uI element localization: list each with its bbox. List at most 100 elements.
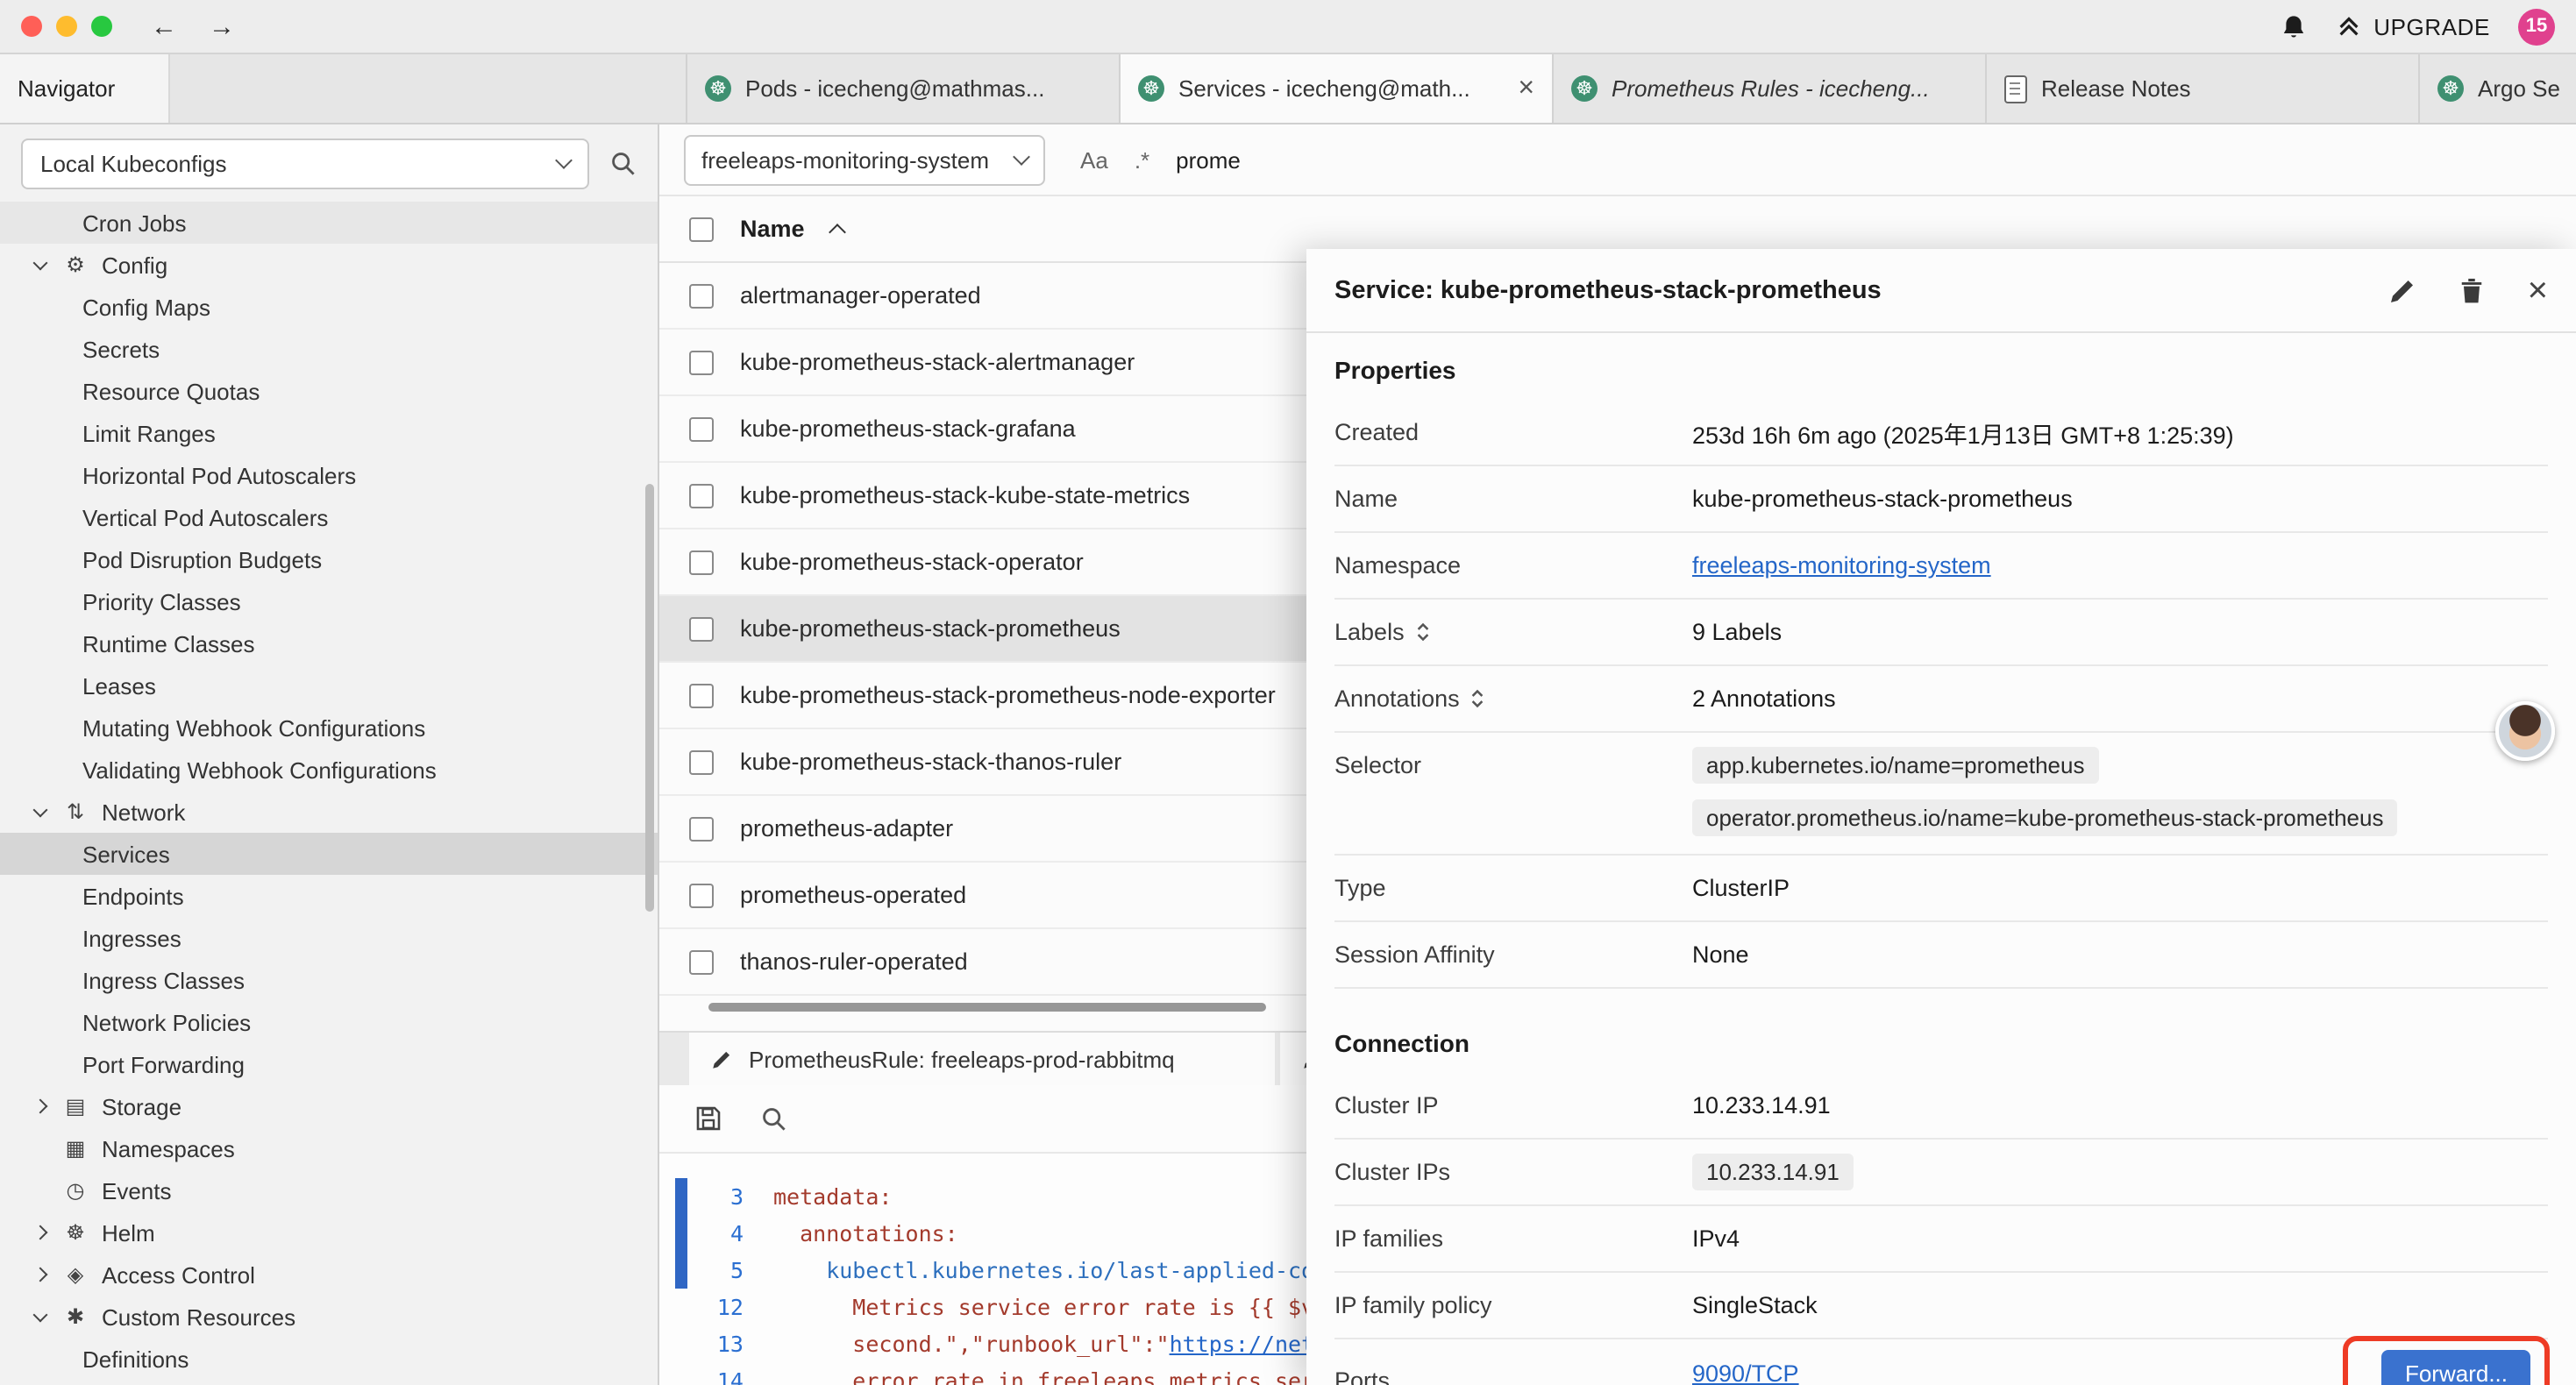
sidebar-item[interactable]: Vertical Pod Autoscalers [0,496,658,538]
close-icon[interactable]: × [1518,75,1534,103]
back-arrow-icon[interactable]: ← [151,11,177,41]
sidebar-item[interactable]: Validating Webhook Configurations [0,749,658,791]
sidebar-item[interactable]: Limit Ranges [0,412,658,454]
row-checkbox[interactable] [689,350,714,374]
chevron-right-icon[interactable] [32,1266,49,1283]
sidebar-item[interactable]: Cron Jobs [0,202,658,244]
namespace-select[interactable]: freeleaps-monitoring-system [684,134,1045,185]
chevron-right-icon[interactable] [32,1224,49,1241]
notification-badge[interactable]: 15 [2518,8,2555,45]
annotations-value[interactable]: 2 Annotations [1692,685,2548,712]
edit-icon[interactable] [2389,276,2417,304]
row-checkbox[interactable] [689,616,714,641]
row-checkbox[interactable] [689,483,714,508]
chevron-down-icon[interactable] [32,803,49,820]
row-checkbox[interactable] [689,283,714,308]
minimize-window-button[interactable] [56,16,77,37]
sidebar-item[interactable]: Definitions [0,1338,658,1380]
app-tab[interactable]: Prometheus Rules - icecheng... × [1554,54,1987,123]
sidebar-item-label: Pod Disruption Budgets [82,546,322,572]
labels-value[interactable]: 9 Labels [1692,619,2548,645]
sidebar-item[interactable]: Namespaces [0,1127,658,1169]
sidebar-item[interactable]: Config [0,244,658,286]
editor-tab[interactable]: PrometheusRule: freeleaps-prod-rabbitmq [689,1033,1275,1085]
app-tab[interactable]: Argo Se × [2420,54,2576,123]
sidebar-item[interactable]: Priority Classes [0,580,658,622]
horizontal-scrollbar[interactable] [708,1003,1266,1012]
sidebar-item-label: Secrets [82,336,160,362]
ip-family-policy-label: IP family policy [1334,1292,1692,1318]
trash-icon[interactable] [2459,276,2486,304]
row-checkbox[interactable] [689,883,714,907]
row-checkbox[interactable] [689,749,714,774]
sidebar-item[interactable]: Services [0,833,658,875]
namespace-label: Namespace [1334,552,1692,579]
sidebar-item[interactable]: Config Maps [0,286,658,328]
row-checkbox[interactable] [689,816,714,841]
forward-arrow-icon[interactable]: → [209,11,235,41]
kubeconfig-scope-select[interactable]: Local Kubeconfigs [21,138,589,188]
sidebar-item[interactable]: Leases [0,664,658,707]
app-tab[interactable]: Services - icecheng@math... × [1121,54,1554,123]
sidebar-item[interactable]: Storage [0,1085,658,1127]
app-tab[interactable]: Pods - icecheng@mathmas... × [687,54,1121,123]
chevron-down-icon[interactable] [32,1308,49,1325]
save-icon[interactable] [694,1104,722,1133]
sidebar-item[interactable]: Runtime Classes [0,622,658,664]
row-checkbox[interactable] [689,550,714,574]
sidebar-item[interactable]: Resource Quotas [0,370,658,412]
service-name: alertmanager-operated [740,282,981,309]
expand-toggle-icon[interactable] [1470,687,1486,710]
sidebar-item[interactable]: Network [0,791,658,833]
search-icon[interactable] [610,150,637,176]
code-segment: Metrics service error rate is {{ $va [773,1289,1327,1325]
row-checkbox[interactable] [689,683,714,707]
window-controls [21,16,112,37]
search-input[interactable]: prome [1176,146,1241,173]
sidebar-scrollbar[interactable] [645,484,654,912]
sidebar-item[interactable]: Pod Disruption Budgets [0,538,658,580]
expand-toggle-icon[interactable] [1415,621,1431,643]
sidebar-item[interactable]: Network Policies [0,1001,658,1043]
session-affinity-row: Session Affinity None [1334,922,2548,989]
row-checkbox[interactable] [689,949,714,974]
sidebar-item[interactable]: Access Control [0,1254,658,1296]
sidebar-item[interactable]: Secrets [0,328,658,370]
port-link-9090[interactable]: 9090/TCP [1692,1360,1799,1385]
close-icon[interactable]: × [2528,273,2548,308]
sidebar-item[interactable]: Events [0,1169,658,1211]
bell-icon[interactable] [2279,13,2307,39]
name-column-header[interactable]: Name [740,216,805,242]
row-checkbox[interactable] [689,416,714,441]
navigator-header: Navigator [0,54,687,123]
app-tab[interactable]: Release Notes × [1987,54,2420,123]
sidebar-item[interactable]: Ingresses [0,917,658,959]
forward-button[interactable]: Forward... [2382,1350,2530,1385]
namespace-link[interactable]: freeleaps-monitoring-system [1692,552,1991,579]
match-case-toggle[interactable]: Aa [1080,146,1108,173]
session-affinity-label: Session Affinity [1334,941,1692,968]
search-icon[interactable] [761,1105,787,1132]
sidebar-item[interactable]: Endpoints [0,875,658,917]
avatar[interactable] [2495,701,2555,761]
tree-chevron-icon[interactable] [32,1140,49,1157]
upgrade-button[interactable]: UPGRADE [2335,13,2490,39]
chevron-right-icon[interactable] [32,1097,49,1115]
zoom-window-button[interactable] [91,16,112,37]
navigator-tab[interactable]: Navigator [0,54,170,123]
sidebar-item[interactable]: Horizontal Pod Autoscalers [0,454,658,496]
sort-ascending-icon[interactable] [829,223,846,240]
tree-chevron-icon[interactable] [32,1182,49,1199]
sidebar-item[interactable]: Ingress Classes [0,959,658,1001]
type-label: Type [1334,875,1692,901]
filter-bar: freeleaps-monitoring-system Aa .* prome [659,124,2576,196]
regex-toggle[interactable]: .* [1135,146,1149,173]
sidebar-item[interactable]: Custom Resources [0,1296,658,1338]
close-window-button[interactable] [21,16,42,37]
sidebar-item[interactable]: Mutating Webhook Configurations [0,707,658,749]
name-row: Name kube-prometheus-stack-prometheus [1334,466,2548,533]
chevron-down-icon[interactable] [32,256,49,273]
select-all-checkbox[interactable] [689,217,714,241]
sidebar-item[interactable]: Port Forwarding [0,1043,658,1085]
sidebar-item[interactable]: Helm [0,1211,658,1254]
